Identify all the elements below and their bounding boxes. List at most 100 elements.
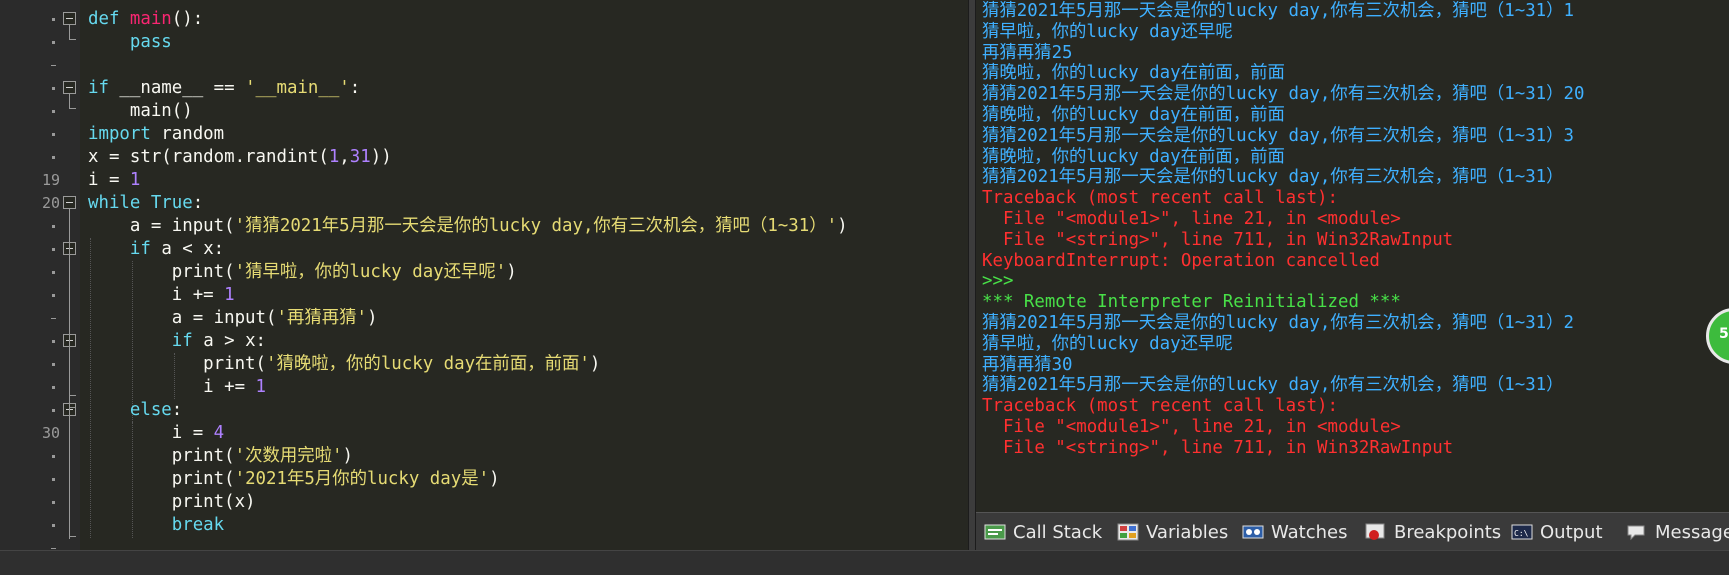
- fold-end: [69, 536, 76, 537]
- gutter-dot: [52, 501, 55, 504]
- code-token: main: [129, 9, 172, 29]
- status-strip: [0, 550, 1729, 575]
- messages-icon: [1626, 523, 1648, 541]
- code-line[interactable]: i = 1: [88, 169, 140, 192]
- code-token: random: [161, 124, 225, 144]
- code-token: if: [171, 331, 204, 351]
- code-line[interactable]: print('次数用完啦'): [88, 445, 353, 468]
- code-token: )): [370, 147, 392, 167]
- code-token: if: [129, 239, 162, 259]
- fold-collapse-icon[interactable]: [63, 196, 76, 209]
- code-token: ): [837, 216, 848, 236]
- code-line[interactable]: i = 4: [88, 422, 224, 445]
- code-line[interactable]: else:: [88, 399, 182, 422]
- gutter-dot: [52, 248, 55, 251]
- gutter-row: [0, 8, 80, 31]
- code-line[interactable]: x = str(random.randint(1,31)): [88, 146, 392, 169]
- badge-count: 53: [1719, 326, 1729, 342]
- code-token: i =: [88, 170, 130, 190]
- code-line[interactable]: i += 1: [88, 284, 235, 307]
- console-line: *** Remote Interpreter Reinitialized ***: [982, 292, 1401, 313]
- code-token: :: [192, 193, 204, 213]
- pane-splitter[interactable]: [968, 0, 976, 574]
- code-line[interactable]: import random: [88, 123, 224, 146]
- code-line[interactable]: pass: [88, 31, 172, 54]
- code-line[interactable]: print('猜晚啦，你的lucky day在前面，前面'): [88, 353, 600, 376]
- gutter-dot: [52, 294, 55, 297]
- code-line[interactable]: main(): [88, 100, 193, 123]
- code-token: 1: [224, 285, 235, 305]
- code-token: def: [88, 9, 130, 29]
- code-token: a > x:: [203, 331, 267, 351]
- code-line[interactable]: break: [88, 514, 224, 537]
- code-line[interactable]: print(x): [88, 491, 256, 514]
- fold-collapse-icon[interactable]: [63, 81, 76, 94]
- gutter-row: [0, 77, 80, 100]
- gutter-row: [0, 261, 80, 284]
- code-token: '猜猜2021年5月那一天会是你的lucky day,你有三次机会，猜吧（1~3…: [234, 216, 838, 236]
- gutter-row: [0, 284, 80, 307]
- gutter-row: [0, 31, 80, 54]
- code-token: ): [489, 469, 500, 489]
- code-token: a < x:: [161, 239, 225, 259]
- code-token: :: [171, 400, 183, 420]
- gutter-dot: [52, 524, 55, 527]
- code-token: ): [366, 308, 378, 328]
- code-line[interactable]: if a < x:: [88, 238, 224, 261]
- gutter-dot: [52, 340, 55, 343]
- code-line[interactable]: i += 1: [88, 376, 266, 399]
- console-line: 再猜再猜30: [982, 354, 1073, 375]
- gutter-dot: [52, 225, 55, 228]
- variables-icon: [1117, 523, 1139, 541]
- console-line: 猜猜2021年5月那一天会是你的lucky day,你有三次机会，猜吧（1~31…: [982, 125, 1574, 146]
- gutter-dash: [51, 548, 56, 549]
- editor-gutter: 19 20 30: [0, 0, 80, 574]
- fold-end: [69, 108, 76, 109]
- code-line[interactable]: print('2021年5月你的lucky day是'): [88, 468, 500, 491]
- code-token: '__main__': [245, 78, 350, 98]
- code-token: print(x): [88, 492, 256, 512]
- code-token: ,: [339, 147, 350, 167]
- code-token: '猜晚啦，你的lucky day在前面，前面': [266, 354, 590, 374]
- tab-label: Call Stack: [1013, 521, 1103, 543]
- line-number: 20: [41, 194, 60, 212]
- tab-call-stack[interactable]: Call Stack: [984, 513, 1102, 551]
- code-line[interactable]: a = input('猜猜2021年5月那一天会是你的lucky day,你有三…: [88, 215, 848, 238]
- gutter-row: 30: [0, 422, 80, 445]
- console-line: File "<module1>", line 21, in <module>: [982, 209, 1401, 229]
- console-line: Traceback (most recent call last):: [982, 188, 1338, 209]
- code-line[interactable]: def main():: [88, 8, 203, 31]
- gutter-row: [0, 100, 80, 123]
- code-token: '2021年5月你的lucky day是': [234, 469, 490, 489]
- gutter-row: [0, 353, 80, 376]
- code-token: print(: [88, 262, 235, 282]
- fold-collapse-icon[interactable]: [63, 12, 76, 25]
- code-token: a = input(: [88, 216, 235, 236]
- tab-variables[interactable]: Variables: [1117, 513, 1228, 551]
- code-token: print(: [88, 469, 235, 489]
- code-editor[interactable]: 19 20 30 def main(): pass if __name__ == …: [0, 0, 968, 574]
- interpreter-console[interactable]: 猜猜2021年5月那一天会是你的lucky day,你有三次机会，猜吧（1~31…: [976, 0, 1729, 512]
- code-token: import: [88, 124, 162, 144]
- gutter-row: [0, 445, 80, 468]
- code-line[interactable]: a = input('再猜再猜'): [88, 307, 378, 330]
- gutter-dot: [52, 478, 55, 481]
- tab-messages[interactable]: Message: [1626, 513, 1729, 551]
- debug-tab-bar: Call Stack Variables Watches Breakpoints…: [976, 512, 1729, 551]
- fold-line: [69, 94, 70, 108]
- code-line[interactable]: print('猜早啦，你的lucky day还早呢'): [88, 261, 517, 284]
- tab-breakpoints[interactable]: Breakpoints: [1365, 513, 1501, 551]
- code-token: ): [342, 446, 353, 466]
- code-line[interactable]: while True:: [88, 192, 203, 215]
- code-token: 1: [129, 170, 141, 190]
- tab-watches[interactable]: Watches: [1242, 513, 1348, 551]
- gutter-dot: [52, 409, 55, 412]
- tab-output[interactable]: C:\ Output: [1511, 513, 1603, 551]
- code-token: if: [88, 78, 120, 98]
- console-line: Traceback (most recent call last):: [982, 396, 1338, 417]
- code-line[interactable]: if __name__ == '__main__':: [88, 77, 360, 100]
- code-line[interactable]: if a > x:: [88, 330, 266, 353]
- gutter-row: [0, 330, 80, 353]
- code-token: ): [589, 354, 601, 374]
